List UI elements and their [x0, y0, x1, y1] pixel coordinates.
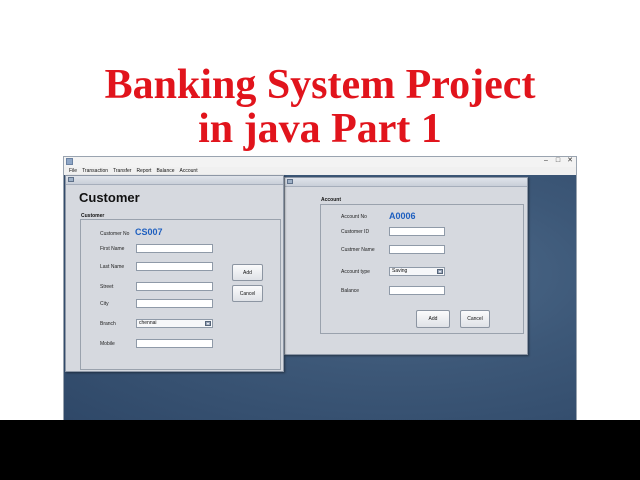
menu-transfer[interactable]: Transfer — [113, 168, 131, 174]
menu-balance[interactable]: Balance — [156, 168, 174, 174]
menu-bar: File Transaction Transfer Report Balance… — [64, 167, 576, 175]
menu-file[interactable]: File — [69, 168, 77, 174]
balance-field[interactable] — [389, 286, 445, 295]
maximize-icon[interactable]: □ — [554, 157, 562, 165]
customer-id-field[interactable] — [389, 227, 445, 236]
account-type-select[interactable]: Saving ▾ — [389, 267, 445, 276]
menu-report[interactable]: Report — [136, 168, 151, 174]
branch-value: chennai — [139, 320, 157, 326]
customer-name-field[interactable] — [389, 245, 445, 254]
account-frame: Account Account No A0006 Customer ID Cus… — [284, 177, 528, 355]
customer-panel: Customer No CS007 First Name Last Name S… — [80, 219, 281, 370]
banner-title-line-2: in java Part 1 — [198, 106, 442, 152]
close-icon[interactable]: ✕ — [566, 157, 574, 165]
account-type-value: Saving — [392, 268, 408, 274]
customer-cancel-button[interactable]: Cancel — [232, 285, 263, 302]
customer-frame: Customer Customer Customer No CS007 Firs… — [65, 175, 284, 372]
customer-heading: Customer — [79, 190, 140, 205]
bottom-letterbox-bar — [0, 420, 640, 480]
app-titlebar: – □ ✕ — [64, 157, 576, 167]
window-controls: – □ ✕ — [542, 157, 574, 167]
street-field[interactable] — [136, 282, 213, 291]
frame-icon — [287, 179, 293, 184]
first-name-label: First Name — [100, 246, 125, 252]
mobile-label: Mobile — [100, 341, 115, 347]
customer-frame-titlebar[interactable] — [66, 176, 283, 185]
branch-label: Branch — [100, 321, 116, 327]
account-panel-title: Account — [321, 197, 341, 203]
branch-select[interactable]: chennai ▾ — [136, 319, 213, 328]
java-app-icon — [66, 158, 73, 165]
menu-account[interactable]: Account — [180, 168, 198, 174]
customer-name-label: Custmer Name — [341, 247, 375, 253]
account-panel: Account No A0006 Customer ID Custmer Nam… — [320, 204, 524, 334]
balance-label: Balance — [341, 288, 360, 294]
account-no-value: A0006 — [389, 211, 416, 221]
chevron-down-icon[interactable]: ▾ — [437, 269, 443, 274]
menu-transaction[interactable]: Transaction — [82, 168, 108, 174]
customer-no-label: Customer No — [100, 231, 130, 237]
account-frame-titlebar[interactable] — [285, 178, 527, 187]
customer-no-value: CS007 — [135, 227, 163, 237]
street-label: Street — [100, 284, 114, 290]
account-type-label: Account type — [341, 269, 370, 275]
city-label: City — [100, 301, 109, 307]
customer-add-button[interactable]: Add — [232, 264, 263, 281]
account-cancel-button[interactable]: Cancel — [460, 310, 490, 328]
first-name-field[interactable] — [136, 244, 213, 253]
last-name-label: Last Name — [100, 264, 125, 270]
city-field[interactable] — [136, 299, 213, 308]
minimize-icon[interactable]: – — [542, 157, 550, 165]
frame-icon — [68, 177, 74, 182]
banner-title-line-1: Banking System Project — [104, 62, 536, 108]
last-name-field[interactable] — [136, 262, 213, 271]
chevron-down-icon[interactable]: ▾ — [205, 321, 211, 326]
account-add-button[interactable]: Add — [416, 310, 450, 328]
app-window: – □ ✕ File Transaction Transfer Report B… — [63, 156, 577, 421]
account-no-label: Account No — [341, 214, 367, 220]
customer-id-label: Customer ID — [341, 229, 370, 235]
mobile-field[interactable] — [136, 339, 213, 348]
